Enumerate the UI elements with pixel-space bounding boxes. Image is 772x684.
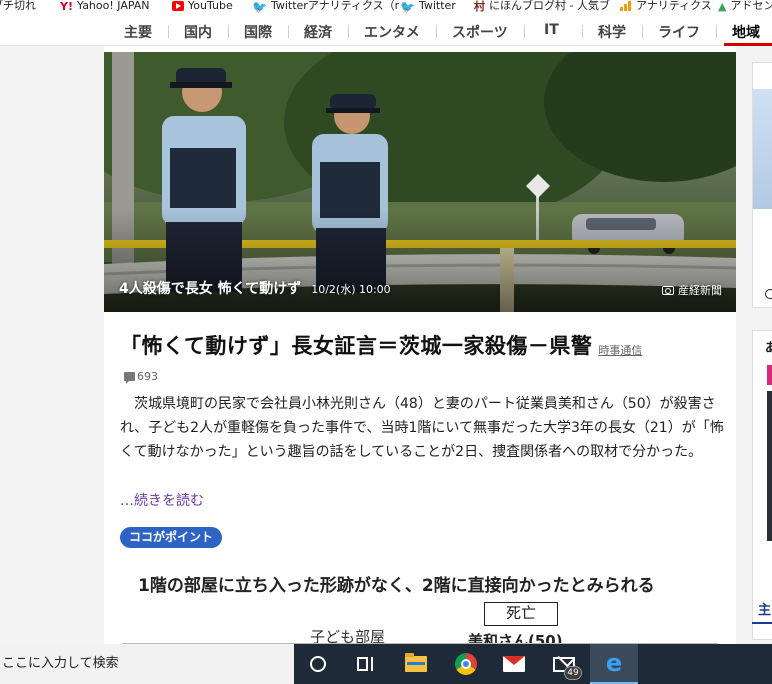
right-sidebar: あ — [752, 62, 772, 644]
mail-unread-badge: 49 — [564, 666, 582, 680]
divider — [642, 25, 643, 38]
bookmark-item-nihon-blog-mura[interactable]: 村 にほんブログ村 - 人気ブ — [474, 0, 610, 13]
category-tab[interactable]: エンタメ — [364, 22, 420, 42]
bookmark-item[interactable]: ブチ切れ — [0, 0, 36, 12]
hero-caption: 4人殺傷で長女 怖くて動けず 10/2(水) 10:00 — [119, 278, 391, 298]
category-tab[interactable]: 国際 — [244, 22, 272, 42]
category-tab[interactable]: 科学 — [598, 22, 626, 42]
category-tab[interactable]: ライフ — [658, 22, 700, 42]
task-view-button[interactable] — [342, 644, 390, 684]
twitter-icon: 🐦 — [400, 0, 415, 14]
source-link[interactable]: 時事通信 — [598, 342, 642, 358]
bookmark-label: Yahoo! JAPAN — [76, 0, 150, 12]
sidebar-card[interactable]: あ — [752, 330, 772, 640]
divider — [436, 25, 437, 38]
sidebar-card-tag — [767, 365, 772, 385]
read-more-link[interactable]: …続きを読む — [120, 490, 204, 510]
comment-count[interactable]: 693 — [124, 370, 158, 384]
adsense-icon: ▲ — [718, 0, 727, 13]
bookmark-label: アドセン — [730, 0, 772, 12]
hero-photo — [104, 52, 736, 312]
category-nav: 主要 国内 国際 経済 エンタメ スポーツ IT 科学 ライフ 地域 — [0, 16, 772, 46]
gmail-icon — [503, 656, 525, 672]
cortana-button[interactable] — [294, 644, 342, 684]
mail-app-button[interactable]: 49 — [540, 644, 588, 684]
bookmark-item-adsense[interactable]: ▲ アドセン — [718, 0, 772, 13]
bookmark-label: ブチ切れ — [0, 0, 36, 12]
divider — [524, 25, 525, 38]
hero-image[interactable]: 4人殺傷で長女 怖くて動けず 10/2(水) 10:00 産経新聞 — [104, 52, 736, 312]
divider — [716, 25, 717, 38]
taskbar: ここに入力して検索 49 e — [0, 644, 772, 684]
divider — [582, 25, 583, 38]
article-main: 4人殺傷で長女 怖くて動けず 10/2(水) 10:00 産経新聞 「怖くて動け… — [104, 46, 736, 650]
sidebar-card-image — [767, 391, 772, 541]
bookmark-label: にほんブログ村 - 人気ブ — [489, 0, 610, 12]
category-tab[interactable]: IT — [544, 22, 559, 38]
headline-text[interactable]: 「怖くて動けず」長女証言＝茨城一家殺傷－県警 — [120, 330, 592, 360]
file-explorer-button[interactable] — [392, 644, 440, 684]
divider — [228, 25, 229, 38]
twitter-icon: 🐦 — [252, 0, 267, 14]
chrome-icon — [455, 653, 477, 675]
photo-credit: 産経新聞 — [662, 282, 722, 298]
comment-icon — [124, 372, 135, 384]
gmail-button[interactable] — [490, 644, 538, 684]
bookmark-label: YouTube — [188, 0, 233, 12]
bookmark-label: Twitterアナリティクス（r — [270, 0, 400, 12]
bookmark-item-twitter-analytics[interactable]: 🐦 Twitterアナリティクス（r — [252, 0, 400, 14]
task-view-icon — [357, 657, 375, 671]
bookmark-label: アナリティクス — [636, 0, 712, 12]
sidebar-section-underline — [752, 622, 772, 624]
camera-icon — [662, 285, 674, 295]
category-tab[interactable]: 経済 — [304, 22, 332, 42]
cortana-icon — [310, 656, 326, 672]
hero-caption-title[interactable]: 4人殺傷で長女 怖くて動けず — [119, 278, 301, 298]
analytics-icon — [620, 1, 632, 11]
diagram-title: 1階の部屋に立ち入った形跡がなく、2階に直接向かったとみられる — [138, 576, 655, 596]
divider — [168, 25, 169, 38]
edge-button[interactable]: e — [590, 644, 638, 684]
photo-credit-label: 産経新聞 — [678, 284, 722, 297]
bookmark-item-youtube[interactable]: YouTube — [172, 0, 233, 12]
sidebar-section-heading: 主 — [758, 603, 772, 618]
bookmark-item-twitter[interactable]: 🐦 Twitter — [400, 0, 456, 14]
divider — [288, 25, 289, 38]
sidebar-card[interactable] — [752, 62, 772, 308]
hero-caption-date: 10/2(水) 10:00 — [311, 283, 391, 296]
category-tab[interactable]: 国内 — [184, 22, 212, 42]
taskbar-search-box[interactable]: ここに入力して検索 — [0, 644, 294, 684]
point-badge[interactable]: ココがポイント — [120, 527, 223, 548]
bookmark-item-yahoo[interactable]: Y! Yahoo! JAPAN — [60, 0, 150, 13]
folder-icon — [405, 653, 427, 672]
category-tab[interactable]: スポーツ — [452, 22, 508, 42]
bookmark-label: Twitter — [418, 0, 456, 12]
comment-count-value: 693 — [137, 370, 158, 383]
sidebar-card-image — [753, 89, 772, 209]
category-tab-active[interactable]: 地域 — [732, 22, 760, 42]
yahoo-icon: Y! — [60, 0, 73, 13]
sidebar-card-icon — [765, 289, 772, 299]
article-headline: 「怖くて動けず」長女証言＝茨城一家殺傷－県警 時事通信 — [120, 330, 730, 360]
edge-icon: e — [605, 649, 623, 677]
bookmark-item-analytics[interactable]: アナリティクス — [620, 0, 712, 12]
divider — [348, 25, 349, 38]
sidebar-card-heading: あ — [765, 337, 772, 356]
article-summary: 茨城県境町の民家で会社員小林光則さん（48）と妻のパート従業員美和さん（50）が… — [120, 396, 724, 460]
bookmarks-bar: ブチ切れ Y! Yahoo! JAPAN YouTube 🐦 Twitterアナ… — [0, 0, 772, 16]
youtube-icon — [172, 1, 184, 11]
nihon-blog-mura-icon: 村 — [474, 0, 485, 13]
category-tab[interactable]: 主要 — [124, 22, 152, 42]
death-label-box: 死亡 — [484, 602, 558, 626]
chrome-button[interactable] — [442, 644, 490, 684]
